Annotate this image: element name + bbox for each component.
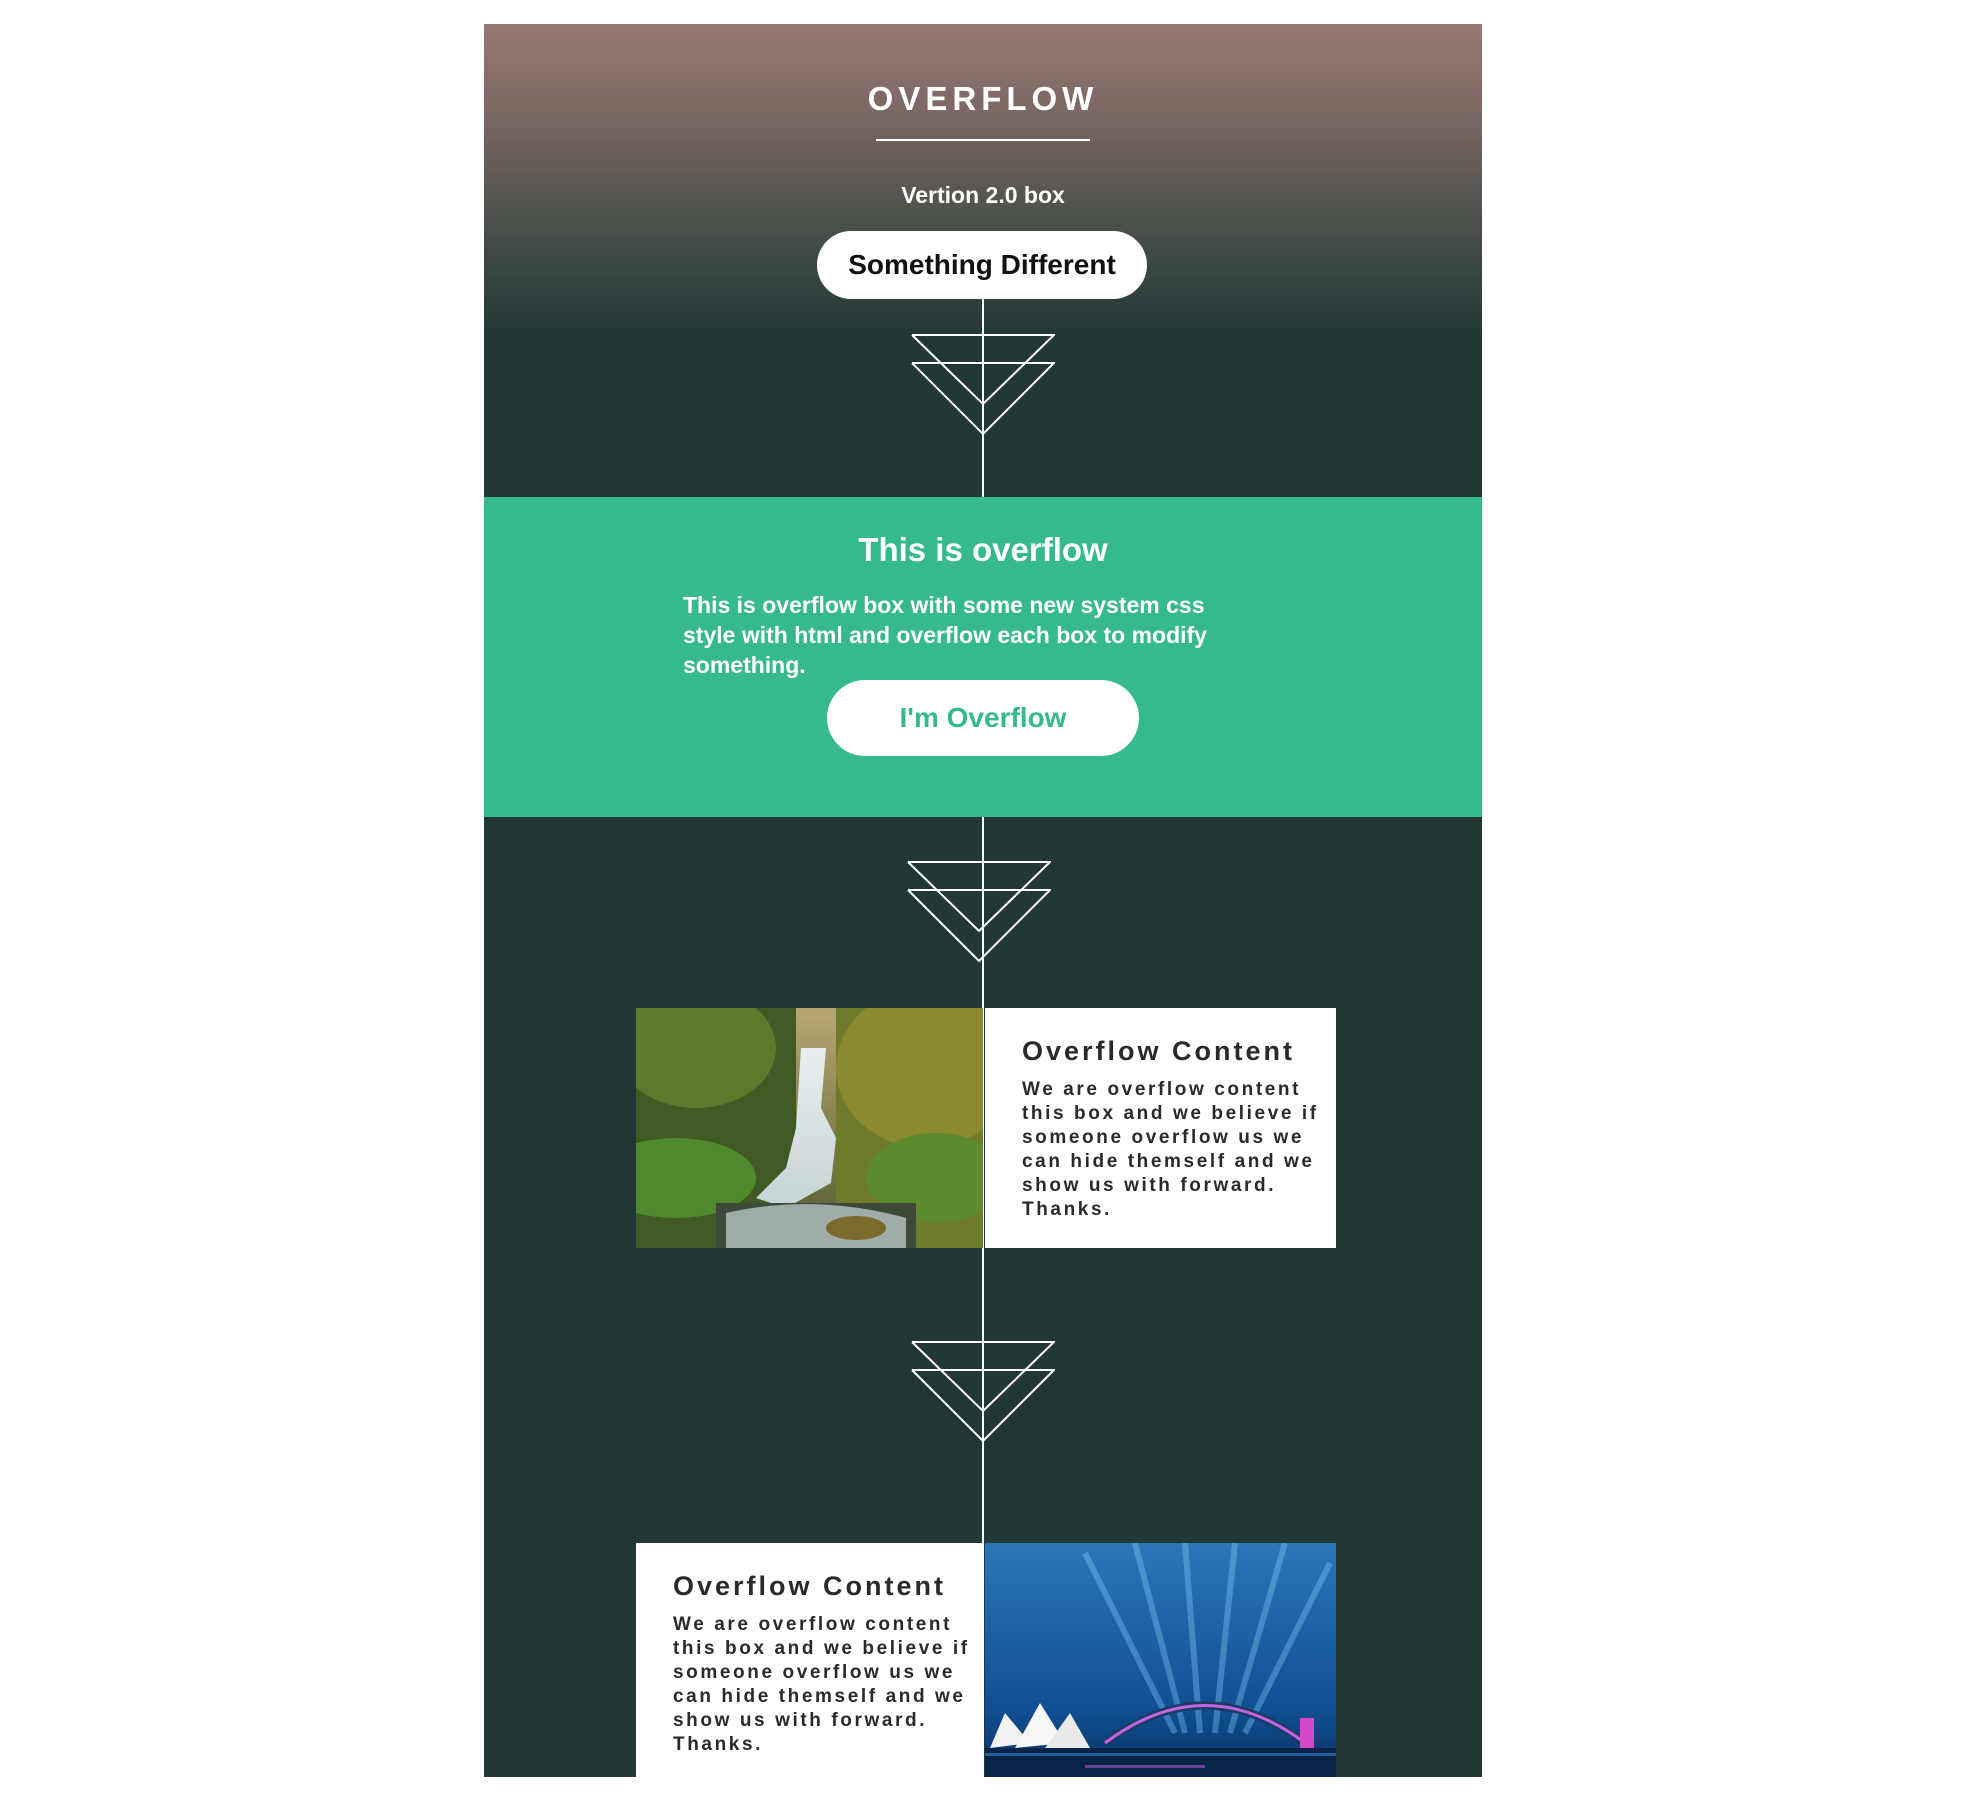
card-body: We are overflow content this box and we …: [1022, 1079, 1319, 1220]
card-text-panel: Overflow Content We are overflow content…: [985, 1008, 1336, 1248]
overflow-section-title: This is overflow: [858, 531, 1108, 568]
card-title: Overflow Content: [1022, 1036, 1296, 1066]
hero-title: OVERFLOW: [867, 80, 1099, 117]
waterfall-image: [636, 1008, 983, 1248]
card-title: Overflow Content: [673, 1571, 947, 1601]
double-triangle-icon: [911, 334, 1055, 436]
hero-section: OVERFLOW Vertion 2.0 box Something Diffe…: [484, 24, 1482, 497]
overflow-section: This is overflow This is overflow box wi…: [484, 497, 1482, 817]
content-card: Overflow Content We are overflow content…: [636, 1008, 1336, 1248]
double-triangle-icon: [911, 1341, 1055, 1443]
im-overflow-button[interactable]: I'm Overflow: [827, 680, 1139, 756]
sydney-opera-house-image: [985, 1543, 1336, 1777]
card-text-panel: Overflow Content We are overflow content…: [636, 1543, 983, 1777]
email-page: OVERFLOW Vertion 2.0 box Something Diffe…: [484, 24, 1482, 1777]
content-card: Overflow Content We are overflow content…: [636, 1543, 1336, 1777]
version-label: Vertion 2.0 box: [901, 182, 1065, 208]
overflow-section-text: This is overflow box with some new syste…: [683, 592, 1207, 678]
title-divider: [876, 139, 1090, 141]
something-different-button[interactable]: Something Different: [817, 231, 1147, 299]
double-triangle-icon: [907, 861, 1051, 963]
card-body: We are overflow content this box and we …: [673, 1614, 970, 1755]
